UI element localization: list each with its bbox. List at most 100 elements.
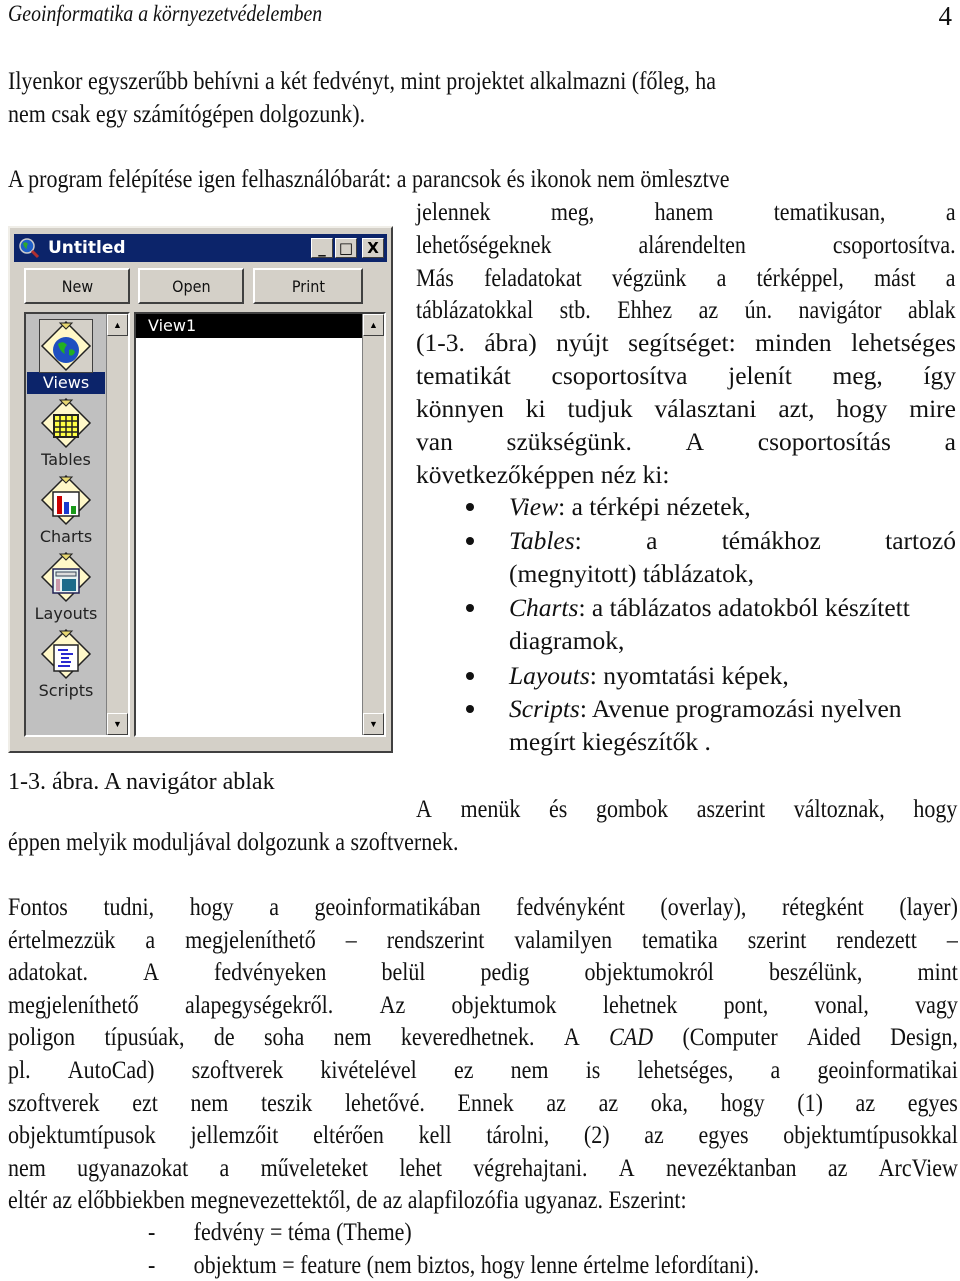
word: azt, [778, 393, 815, 423]
word: A [563, 1022, 580, 1052]
bullet-text: Charts: a táblázatos adatokból készített… [509, 591, 956, 657]
word: keveredhetnek. [400, 1022, 535, 1052]
word: lehetséges, [637, 1055, 734, 1084]
maximize-button[interactable]: □ [335, 238, 357, 258]
text-line: értelmezzük a megjeleníthető – rendszerint va… [8, 923, 958, 956]
word: teszik [261, 1087, 313, 1117]
word: választani [654, 393, 757, 423]
main-paragraph-line: pl. AutoCad) szoftverek kivételével ez nem is l… [8, 1053, 958, 1086]
word: soha [264, 1022, 305, 1052]
word: fedvényeken [214, 957, 327, 987]
word: jelenít [728, 361, 792, 390]
intro-line-1: Ilyenkor egyszerűbb behívni a két fedvén… [8, 66, 717, 95]
scroll-down-button[interactable]: ▼ [107, 713, 128, 735]
text-line: Scripts: Avenue programozási nyelven [509, 694, 902, 724]
main-paragraph-line: értelmezzük a megjeleníthető – rendszerint va… [8, 923, 958, 956]
word: Ehhez [617, 295, 673, 325]
word: nem [8, 1152, 46, 1182]
word: térképpel, [756, 262, 844, 292]
word: mire [909, 393, 956, 423]
word: csoportosítva. [832, 229, 956, 259]
text-line: van szükségünk. Acsoportosítás a [416, 425, 956, 458]
word: nyújt [556, 328, 609, 358]
word: végzünk [611, 262, 687, 292]
word: a [945, 262, 956, 292]
bullet-term: Charts [509, 593, 579, 623]
figure-caption: 1-3. ábra. A navigátor ablak [8, 769, 275, 795]
bullet-text: View: a térképi nézetek, [509, 490, 956, 523]
script-icon [40, 628, 92, 680]
word: mást [874, 262, 916, 292]
dash-bullet-icon: - [148, 1249, 156, 1279]
nav-item-layouts[interactable]: Layouts [26, 551, 106, 625]
word: műveleteket [260, 1152, 369, 1182]
word: jellemzőit [190, 1120, 279, 1150]
word: eltérően [313, 1120, 384, 1150]
word: oka, [650, 1087, 688, 1117]
text-line: adatokat. Afedvényeken belül pedig objektumo… [8, 955, 958, 988]
word: szerint [747, 924, 807, 954]
word: meg, [832, 361, 883, 390]
word: objektumokról [584, 957, 714, 987]
nav-item-tables[interactable]: Tables [26, 397, 106, 471]
module-icon-panel: Views Tables Charts Layouts Scripts ▲ ▼ [24, 312, 130, 737]
text-line: Fontos tudni, hogy a geoinformatikában fedvén… [8, 890, 958, 923]
word: lehetnek [602, 989, 678, 1019]
module-bullet-list: View: a térképi nézetek, Tables: a témákhoz… [416, 490, 956, 760]
document-list-scrollbar[interactable]: ▲ ▼ [362, 314, 384, 735]
nav-item-charts[interactable]: Charts [26, 474, 106, 548]
word: geoinformatikában [314, 892, 481, 921]
document-list-panel: View1 ▲ ▼ [134, 312, 386, 737]
word: megjeleníthető [185, 924, 316, 954]
word: típusúak, [104, 1022, 185, 1052]
close-button[interactable]: X [362, 238, 384, 258]
word: navigátor [798, 295, 882, 325]
dash-bullet-icon: - [148, 1217, 156, 1246]
word: szoftverek [8, 1087, 100, 1117]
open-button[interactable]: Open [138, 268, 244, 304]
scroll-up-button[interactable]: ▲ [363, 314, 384, 336]
bullet-term: Tables [509, 525, 575, 555]
word: vagy [915, 989, 958, 1019]
word: Ennek [457, 1087, 514, 1117]
nav-item-views[interactable]: Views [26, 319, 106, 394]
print-button[interactable]: Print [253, 268, 363, 304]
word: ArcView [878, 1152, 958, 1182]
word: Fontos [8, 892, 68, 921]
word: belül [381, 957, 426, 987]
word: a [716, 262, 727, 292]
wrapped-line: táblázatokkal stb. Ehhez az ún. navigátor abla… [416, 293, 956, 326]
module-panel-scrollbar[interactable]: ▲ ▼ [106, 314, 128, 735]
word: tudjuk [567, 393, 633, 423]
word: a [219, 1152, 230, 1182]
word: a [145, 924, 156, 954]
word: feladatokat [484, 262, 582, 292]
word: lehetőségeknek [416, 229, 552, 259]
word: mint [917, 957, 958, 987]
word: (Computer [682, 1022, 778, 1052]
nav-item-label: Scripts [38, 681, 94, 700]
word: ki [525, 393, 546, 423]
running-header-title: Geoinformatika a környezetvédelemben [8, 1, 323, 26]
word: a [945, 197, 956, 226]
word: (1-3. [416, 328, 465, 358]
word: van [416, 426, 453, 456]
navigator-window: Untitled _ □ X New Open Print Views Table… [8, 226, 393, 753]
word: objektumtípusokkal [783, 1120, 958, 1150]
scroll-up-button[interactable]: ▲ [107, 314, 128, 336]
bullet-term: Layouts [509, 660, 590, 690]
text-line: megjeleníthető alapegységekről. Az objektum… [8, 988, 958, 1021]
word: a [269, 892, 279, 921]
document-item-view1[interactable]: View1 [136, 314, 362, 338]
word: Más [416, 262, 454, 292]
text-line: Charts: a táblázatos adatokból készített [509, 593, 910, 623]
dash-item-text: objektum = feature (nem biztos, hogy len… [193, 1249, 760, 1279]
main-paragraph-line: objektumtípusok jellemzőit eltérően kell tár… [8, 1118, 958, 1151]
minimize-button[interactable]: _ [311, 238, 333, 258]
nav-item-scripts[interactable]: Scripts [26, 628, 106, 702]
new-button[interactable]: New [24, 268, 130, 304]
scroll-down-button[interactable]: ▼ [363, 713, 384, 735]
word: nem [333, 1022, 372, 1052]
word: a [646, 525, 658, 555]
window-titlebar[interactable]: Untitled _ □ X [14, 234, 387, 262]
